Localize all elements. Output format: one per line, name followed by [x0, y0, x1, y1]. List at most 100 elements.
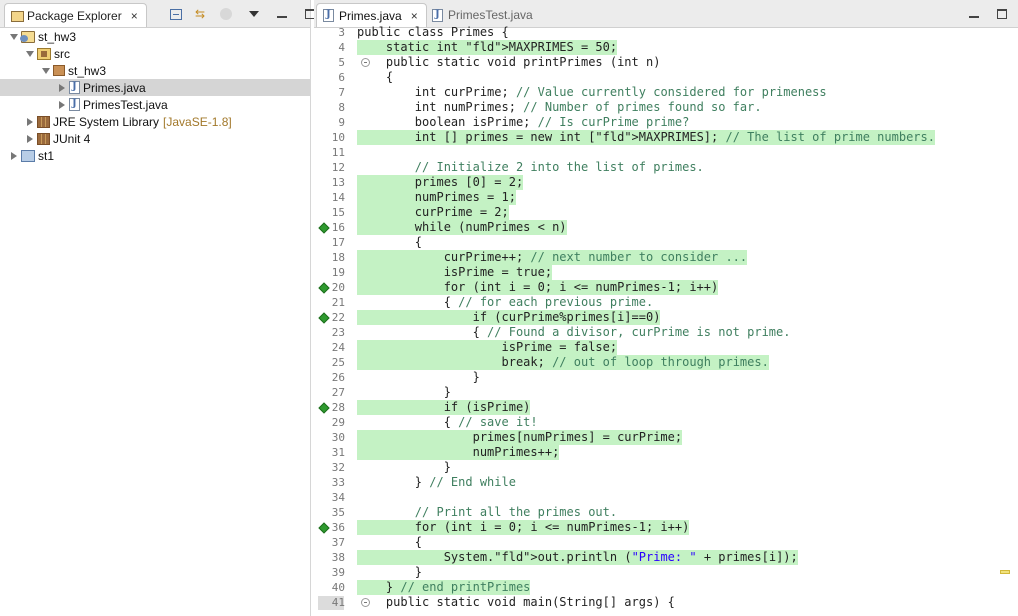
code-text[interactable]: } // end printPrimes: [357, 580, 531, 595]
tree-item[interactable]: PrimesTest.java: [0, 96, 310, 113]
code-text[interactable]: int numPrimes; // Number of primes found…: [357, 100, 762, 115]
tab-label: Primes.java: [339, 8, 402, 23]
line-number: 29: [331, 416, 345, 429]
code-text[interactable]: numPrimes = 1;: [357, 190, 516, 205]
code-text[interactable]: {: [357, 535, 422, 550]
code-text[interactable]: int [] primes = new int ["fld">MAXPRIMES…: [357, 130, 935, 145]
code-text[interactable]: // Print all the primes out.: [357, 505, 617, 520]
collapsed-arrow-icon[interactable]: [56, 99, 68, 111]
code-text[interactable]: for (int i = 0; i <= numPrimes-1; i++): [357, 520, 690, 535]
tree-item[interactable]: src: [0, 45, 310, 62]
collapsed-arrow-icon[interactable]: [24, 133, 36, 145]
code-text[interactable]: { // for each previous prime.: [357, 295, 654, 310]
editor-maximize-button[interactable]: [994, 6, 1010, 22]
code-text[interactable]: boolean isPrime; // Is curPrime prime?: [357, 115, 690, 130]
code-line: 13 primes [0] = 2;: [314, 175, 1018, 190]
tree-item-label: JUnit 4: [53, 131, 91, 146]
code-line: 15 curPrime = 2;: [314, 205, 1018, 220]
overview-ruler-marker[interactable]: [1000, 570, 1010, 574]
code-line: 26 }: [314, 370, 1018, 385]
line-number: 18: [331, 251, 345, 264]
code-line: 10 int [] primes = new int ["fld">MAXPRI…: [314, 130, 1018, 145]
line-number: 20: [331, 281, 345, 294]
line-number: 17: [331, 236, 345, 249]
code-text[interactable]: primes [0] = 2;: [357, 175, 524, 190]
close-icon[interactable]: ×: [131, 9, 138, 23]
tree-item[interactable]: JRE System Library [JavaSE-1.8]: [0, 113, 310, 130]
code-text[interactable]: break; // out of loop through primes.: [357, 355, 769, 370]
code-text[interactable]: {: [357, 70, 393, 85]
code-text[interactable]: curPrime = 2;: [357, 205, 509, 220]
code-text[interactable]: if (isPrime): [357, 400, 531, 415]
code-text[interactable]: isPrime = false;: [357, 340, 618, 355]
collapse-all-button[interactable]: [168, 6, 184, 22]
tree-item[interactable]: st1: [0, 147, 310, 164]
focus-button[interactable]: [218, 6, 234, 22]
code-text[interactable]: public static void main(String[] args) {: [357, 595, 675, 610]
line-number: 8: [338, 101, 345, 114]
line-number: 12: [331, 161, 345, 174]
line-number: 9: [338, 116, 345, 129]
code-text[interactable]: {: [357, 235, 422, 250]
code-text[interactable]: { // save it!: [357, 415, 538, 430]
tree-item[interactable]: JUnit 4: [0, 130, 310, 147]
line-number: 36: [331, 521, 345, 534]
code-text[interactable]: System."fld">out.println ("Prime: " + pr…: [357, 550, 798, 565]
tree-item-label: Primes.java: [83, 80, 146, 95]
view-menu-button[interactable]: [246, 6, 262, 22]
focus-icon: [220, 8, 232, 20]
line-number: 23: [331, 326, 345, 339]
code-text[interactable]: while (numPrimes < n): [357, 220, 567, 235]
code-line: 23 { // Found a divisor, curPrime is not…: [314, 325, 1018, 340]
line-number: 21: [331, 296, 345, 309]
code-line: 3 public class Primes {: [314, 25, 1018, 40]
close-icon[interactable]: ×: [411, 9, 418, 23]
collapsed-arrow-icon[interactable]: [24, 116, 36, 128]
link-with-editor-button[interactable]: ⇆: [192, 6, 208, 22]
code-text[interactable]: public class Primes {: [357, 25, 509, 40]
expanded-arrow-icon[interactable]: [40, 65, 52, 77]
line-number: 31: [331, 446, 345, 459]
code-text[interactable]: }: [357, 385, 451, 400]
code-text[interactable]: if (curPrime%primes[i]==0): [357, 310, 661, 325]
collapsed-arrow-icon[interactable]: [56, 82, 68, 94]
tree-item[interactable]: st_hw3: [0, 28, 310, 45]
code-area[interactable]: 3 public class Primes {4 static int "fld"…: [314, 25, 1018, 610]
line-number: 27: [331, 386, 345, 399]
code-line: 27 }: [314, 385, 1018, 400]
java-project-icon: [20, 30, 35, 43]
minimize-button[interactable]: [274, 6, 290, 22]
code-line: 36 for (int i = 0; i <= numPrimes-1; i++…: [314, 520, 1018, 535]
tab-primestest-java[interactable]: PrimesTest.java: [426, 3, 541, 27]
tree-item[interactable]: Primes.java: [0, 79, 310, 96]
code-text[interactable]: // Initialize 2 into the list of primes.: [357, 160, 704, 175]
code-text[interactable]: } // End while: [357, 475, 516, 490]
code-text[interactable]: public static void printPrimes (int n): [357, 55, 661, 70]
tab-package-explorer[interactable]: Package Explorer ×: [4, 3, 147, 27]
code-text[interactable]: int curPrime; // Value currently conside…: [357, 85, 827, 100]
code-text[interactable]: curPrime++; // next number to consider .…: [357, 250, 748, 265]
tab-package-explorer-label: Package Explorer: [27, 8, 122, 23]
code-line: 30 primes[numPrimes] = curPrime;: [314, 430, 1018, 445]
tab-label: PrimesTest.java: [448, 8, 533, 22]
code-text[interactable]: }: [357, 460, 451, 475]
code-text[interactable]: }: [357, 565, 422, 580]
java-editor: Primes.java × PrimesTest.java 3 public cl…: [314, 0, 1018, 616]
tree-item[interactable]: st_hw3: [0, 62, 310, 79]
code-text[interactable]: isPrime = true;: [357, 265, 553, 280]
code-text[interactable]: }: [357, 370, 480, 385]
code-text[interactable]: for (int i = 0; i <= numPrimes-1; i++): [357, 280, 719, 295]
tree-item-label: src: [54, 46, 70, 61]
collapsed-arrow-icon[interactable]: [8, 150, 20, 162]
editor-minimize-button[interactable]: [966, 6, 982, 22]
code-text[interactable]: numPrimes++;: [357, 445, 560, 460]
code-line: 12 // Initialize 2 into the list of prim…: [314, 160, 1018, 175]
code-text[interactable]: primes[numPrimes] = curPrime;: [357, 430, 683, 445]
tab-primes-java[interactable]: Primes.java ×: [316, 3, 427, 27]
expanded-arrow-icon[interactable]: [8, 31, 20, 43]
line-number: 16: [331, 221, 345, 234]
tree-item-label: JRE System Library: [53, 114, 160, 129]
expanded-arrow-icon[interactable]: [24, 48, 36, 60]
code-text[interactable]: { // Found a divisor, curPrime is not pr…: [357, 325, 791, 340]
code-text[interactable]: static int "fld">MAXPRIMES = 50;: [357, 40, 618, 55]
